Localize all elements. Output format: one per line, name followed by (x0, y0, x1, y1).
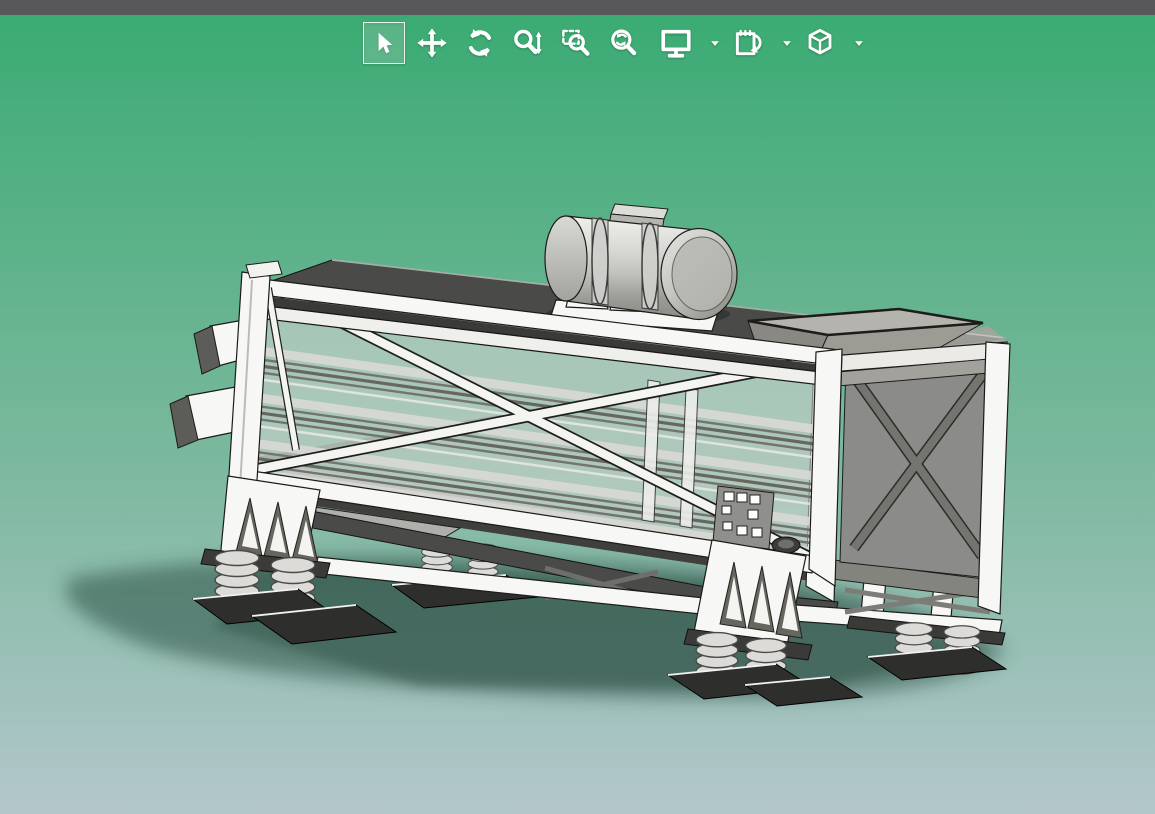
app-window (0, 0, 1155, 814)
notepad-arrow-icon (735, 29, 762, 56)
monitor-icon (661, 29, 691, 58)
view-toolbar (363, 20, 875, 66)
model-canvas[interactable] (0, 0, 1155, 814)
magnifier-fit-icon (611, 29, 637, 56)
markup-dropdown[interactable] (779, 24, 794, 62)
pan-arrows-icon (417, 28, 447, 58)
zoom-tool-button[interactable] (511, 24, 545, 62)
rotate-tool-button[interactable] (463, 24, 497, 62)
display-options-dropdown[interactable] (707, 24, 722, 62)
vibration-motor[interactable] (544, 203, 738, 332)
3d-viewport[interactable] (0, 15, 1155, 814)
chevron-down-icon (710, 41, 719, 46)
cube-icon (808, 28, 832, 55)
cursor-icon (378, 32, 393, 54)
zoom-fit-tool-button[interactable] (607, 24, 641, 62)
zoom-area-tool-button[interactable] (559, 24, 593, 62)
view-orientation-dropdown[interactable] (851, 24, 866, 62)
view-orientation-button[interactable] (803, 24, 837, 62)
select-tool-button[interactable] (363, 22, 405, 64)
magnifier-updown-icon (514, 29, 542, 55)
motor-end-cap (544, 215, 588, 302)
markup-tool-button[interactable] (731, 24, 765, 62)
chevron-down-icon (782, 41, 791, 46)
chevron-down-icon (854, 41, 863, 46)
display-options-button[interactable] (659, 24, 693, 62)
magnifier-area-icon (562, 29, 590, 56)
pan-tool-button[interactable] (415, 24, 449, 62)
rotate-arrows-icon (468, 29, 492, 57)
